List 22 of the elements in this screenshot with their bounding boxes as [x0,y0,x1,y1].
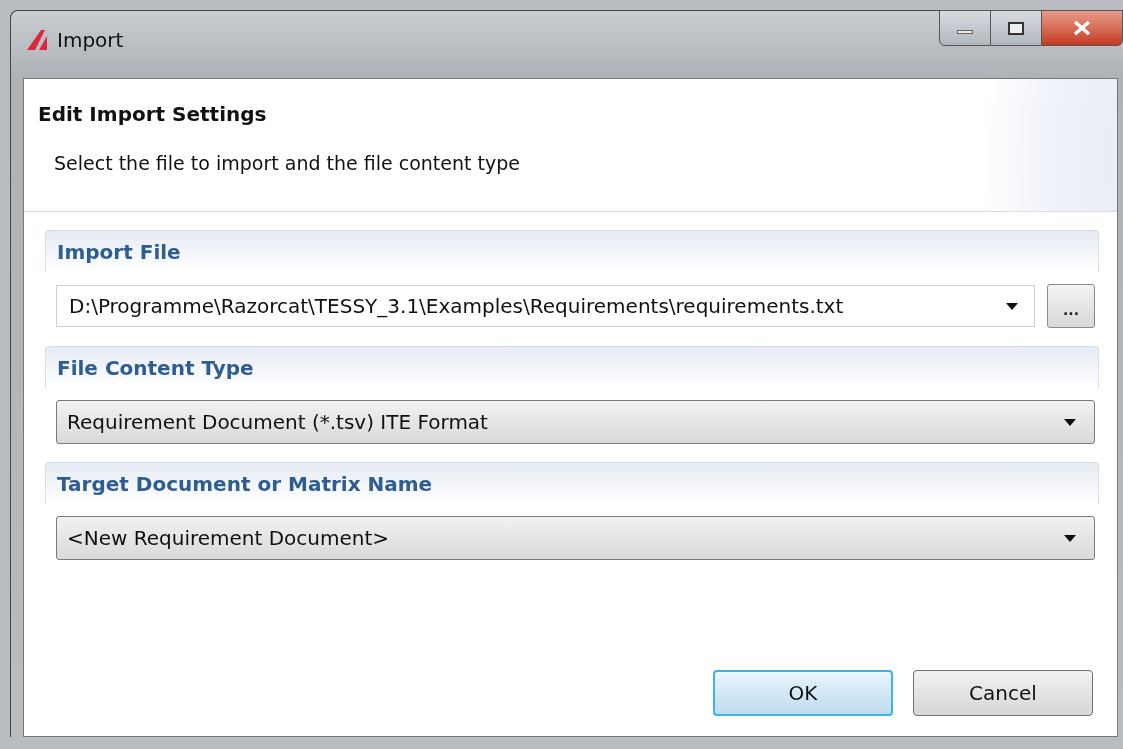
caret-icon [1064,418,1076,426]
minimize-button[interactable] [939,10,991,46]
section-header: Import File [45,230,1099,272]
section-header: File Content Type [45,346,1099,388]
browse-button[interactable]: ... [1047,284,1095,328]
file-path-combo[interactable]: D:\Programme\Razorcat\TESSY_3.1\Examples\Requirements\requirements.txt [56,285,1035,327]
minimize-icon [957,30,973,34]
caret-icon [1064,534,1076,542]
header-title: Edit Import Settings [38,101,268,128]
close-icon [1073,20,1091,36]
close-button[interactable] [1041,10,1123,46]
cancel-button[interactable]: Cancel [913,670,1093,716]
caret-icon [1006,302,1018,310]
section-header: Target Document or Matrix Name [45,462,1099,504]
restore-icon [1008,21,1024,35]
dropdown[interactable]: Requirement Document (*.tsv) ITE Format [56,400,1095,444]
dropdown[interactable]: <New Requirement Document> [56,516,1095,560]
ok-button[interactable]: OK [713,670,893,716]
app-logo-icon [27,30,49,50]
maximize-button[interactable] [991,10,1041,46]
header-description: Select the file to import and the file content type [53,151,521,176]
window-title: Import [57,27,124,54]
